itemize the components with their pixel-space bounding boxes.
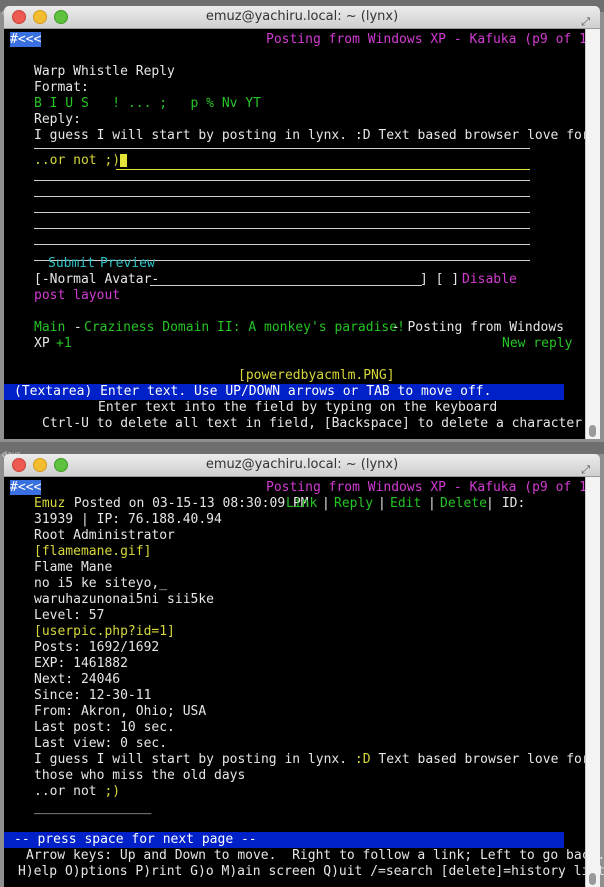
post-date: Posted on 03-15-13 08:30:09 PM (66, 496, 317, 511)
preview-button[interactable]: Preview (100, 256, 155, 272)
post-body-line-1: I guess I will start by posting in lynx.… (34, 752, 590, 767)
scrollbar[interactable] (585, 477, 600, 887)
textarea-rule (34, 148, 530, 149)
delete-link[interactable]: Delete (440, 496, 487, 512)
avatar-select-rule (150, 285, 422, 286)
scroll-thumb[interactable] (589, 873, 596, 885)
help-line-1: Enter text into the field by typing on t… (98, 400, 498, 415)
close-icon[interactable] (12, 458, 26, 472)
pipe-separator: | (428, 496, 436, 511)
pipe-separator: | (486, 496, 494, 511)
id-ip-line: 31939 | IP: 76.188.40.94 (34, 512, 222, 527)
powered-by-image-link[interactable]: [poweredbyacmlm.PNG] (238, 368, 395, 384)
edit-link[interactable]: Edit (390, 496, 421, 512)
disable-label: Disable (462, 272, 517, 287)
id-label: ID: (494, 496, 526, 511)
textarea-rule (34, 196, 530, 197)
maximize-icon[interactable] (54, 458, 68, 472)
breadcrumb-thread: - Posting from Windows (384, 320, 565, 335)
title-bar[interactable]: emuz@yachiru.local: ~ (lynx) ⤢ (4, 454, 600, 477)
window-title: emuz@yachiru.local: ~ (lynx) (205, 457, 399, 472)
terminal-window-1: emuz@yachiru.local: ~ (lynx) ⤢ #<<< Post… (4, 6, 603, 439)
minimize-icon[interactable] (33, 458, 47, 472)
text-cursor (120, 154, 128, 167)
userpic-link[interactable]: [userpic.php?id=1] (34, 624, 175, 640)
disable-checkbox[interactable]: ] [ ] (420, 272, 459, 288)
pipe-separator: | (378, 496, 386, 511)
user-rank: Root Administrator (34, 528, 175, 543)
status-bar: (Textarea) Enter text. Use UP/DOWN arrow… (4, 384, 564, 400)
user-since: Since: 12-30-11 (34, 688, 152, 703)
reply-label: Reply: (34, 112, 81, 127)
help-line-2: H)elp O)ptions P)rint G)o M)ain screen Q… (18, 864, 604, 879)
minimize-icon[interactable] (33, 10, 47, 24)
window-title: emuz@yachiru.local: ~ (lynx) (205, 9, 399, 24)
help-line-2: Ctrl-U to delete all text in field, [Bac… (42, 416, 583, 431)
breadcrumb-forum[interactable]: Craziness Domain II: A monkey's paradise… (84, 320, 405, 336)
textarea-rule (34, 212, 530, 213)
title-bar[interactable]: emuz@yachiru.local: ~ (lynx) ⤢ (4, 6, 600, 29)
user-next: Next: 24046 (34, 672, 121, 687)
terminal-content[interactable]: #<<< Posting from Windows XP - Kafuka (p… (4, 29, 603, 439)
user-title: Flame Mane (34, 560, 113, 575)
post-body-line-3: ..or not ;) (34, 784, 121, 799)
pipe-separator: | (322, 496, 330, 511)
page-header: Posting from Windows XP - Kafuka (p9 of … (266, 480, 603, 495)
user-last-post: Last post: 10 sec. (34, 720, 175, 735)
desktop-background-mid: days (0, 442, 604, 459)
format-label: Format: (34, 80, 89, 95)
reply-heading: Warp Whistle Reply (34, 64, 175, 79)
scrollbar[interactable] (585, 29, 600, 439)
post-username-link[interactable]: Emuz (34, 496, 65, 512)
submit-button[interactable]: Submit (48, 256, 95, 272)
plus-one-link[interactable]: +1 (56, 336, 72, 352)
maximize-icon[interactable] (54, 10, 68, 24)
textarea-active-rule (116, 169, 530, 170)
help-line-1: Arrow keys: Up and Down to move. Right t… (26, 848, 604, 863)
user-exp: EXP: 1461882 (34, 656, 128, 671)
user-posts: Posts: 1692/1692 (34, 640, 160, 655)
post-link[interactable]: Link (286, 496, 317, 512)
new-reply-link[interactable]: New reply (502, 336, 572, 352)
signature-separator: _______________ (34, 800, 152, 815)
post-layout-label: post layout (34, 288, 121, 303)
avatar-select[interactable]: [-Normal Avatar- (34, 272, 159, 288)
reply-link[interactable]: Reply (334, 496, 373, 512)
status-bar: -- press space for next page -- (4, 832, 564, 848)
sig-line-2: waruhazunonai5ni sii5ke (34, 592, 215, 607)
sig-line-1: no i5 ke siteyo,_ (34, 576, 168, 591)
reply-textarea-line-1[interactable]: I guess I will start by posting in lynx.… (34, 128, 590, 144)
back-link[interactable]: #<<< (10, 32, 42, 48)
textarea-rule (34, 228, 530, 229)
scroll-thumb[interactable] (589, 425, 596, 437)
post-body-line-2: those who miss the old days (34, 768, 246, 783)
close-icon[interactable] (12, 10, 26, 24)
flame-image-link[interactable]: [flamemane.gif] (34, 544, 151, 560)
page-header: Posting from Windows XP - Kafuka (p9 of … (266, 32, 603, 47)
user-level: Level: 57 (34, 608, 105, 623)
user-last-view: Last view: 0 sec. (34, 736, 168, 751)
format-buttons[interactable]: B I U S ! ... ; p % Nv YT (34, 96, 261, 112)
back-link[interactable]: #<<< (10, 480, 42, 496)
terminal-content[interactable]: #<<< Posting from Windows XP - Kafuka (p… (4, 477, 604, 887)
textarea-rule (34, 180, 530, 181)
terminal-window-2: emuz@yachiru.local: ~ (lynx) ⤢ #<<< Post… (4, 454, 604, 887)
textarea-rule (34, 244, 530, 245)
breadcrumb-thread-end: XP (34, 336, 50, 351)
reply-textarea-line-2[interactable]: ..or not ;) (34, 153, 128, 169)
breadcrumb-main[interactable]: Main (34, 320, 65, 336)
user-from: From: Akron, Ohio; USA (34, 704, 207, 719)
